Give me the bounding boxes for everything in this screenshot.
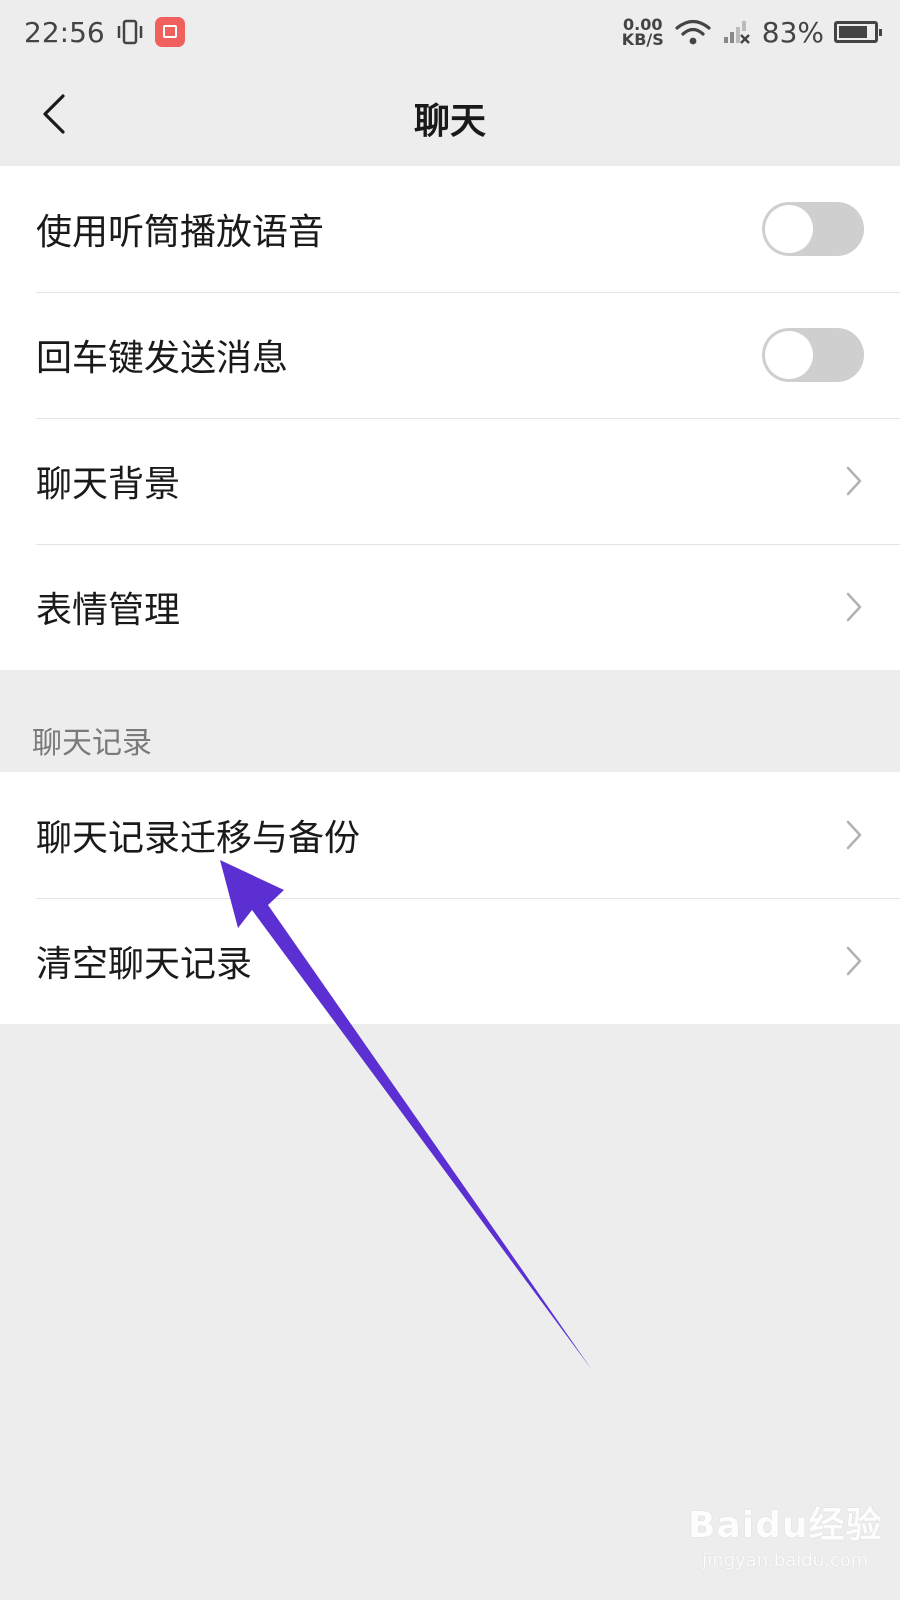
setting-label: 聊天背景 bbox=[36, 464, 181, 505]
setting-label: 清空聊天记录 bbox=[36, 944, 253, 985]
setting-earpiece-playback[interactable]: 使用听筒播放语音 bbox=[0, 166, 900, 292]
setting-clear-chat-history[interactable]: 清空聊天记录 bbox=[0, 898, 900, 1024]
baidu-jingyan-watermark: Baidu经验 jingyan.baidu.com bbox=[688, 1496, 882, 1571]
chevron-right-icon bbox=[840, 941, 868, 981]
setting-sticker-management[interactable]: 表情管理 bbox=[0, 544, 900, 670]
toggle-knob bbox=[765, 205, 813, 253]
chevron-right-icon bbox=[840, 587, 868, 627]
cellular-signal-icon bbox=[723, 21, 750, 44]
setting-enter-to-send[interactable]: 回车键发送消息 bbox=[0, 292, 900, 418]
setting-label: 表情管理 bbox=[36, 590, 181, 631]
setting-label: 聊天记录迁移与备份 bbox=[36, 818, 361, 859]
setting-label: 使用听筒播放语音 bbox=[36, 212, 325, 253]
wifi-icon bbox=[675, 19, 711, 45]
enter-to-send-toggle[interactable] bbox=[762, 328, 864, 382]
chat-settings-group: 使用听筒播放语音 回车键发送消息 聊天背景 表情管理 bbox=[0, 166, 900, 670]
setting-chat-history-migrate-backup[interactable]: 聊天记录迁移与备份 bbox=[0, 772, 900, 898]
status-bar: 22:56 0.00 KB/S 83% bbox=[0, 0, 900, 64]
status-bar-right: 0.00 KB/S 83% bbox=[621, 15, 882, 49]
network-speed: 0.00 KB/S bbox=[621, 17, 664, 49]
network-speed-unit: KB/S bbox=[621, 30, 664, 49]
setting-chat-background[interactable]: 聊天背景 bbox=[0, 418, 900, 544]
page-title: 聊天 bbox=[413, 101, 486, 142]
watermark-url: jingyan.baidu.com bbox=[702, 1550, 869, 1571]
chevron-right-icon bbox=[840, 461, 868, 501]
chat-history-group: 聊天记录迁移与备份 清空聊天记录 bbox=[0, 772, 900, 1024]
notification-app-icon bbox=[154, 17, 185, 47]
vibrate-icon bbox=[117, 19, 142, 45]
status-bar-left: 22:56 bbox=[24, 16, 185, 49]
watermark-logo-text: Baidu经验 bbox=[688, 1505, 883, 1546]
section-header-chat-history: 聊天记录 bbox=[32, 726, 152, 761]
toggle-knob bbox=[765, 331, 813, 379]
setting-label: 回车键发送消息 bbox=[36, 338, 289, 379]
battery-level-fill bbox=[839, 26, 868, 38]
navigation-bar: 聊天 bbox=[0, 64, 900, 166]
clock: 22:56 bbox=[24, 15, 105, 49]
battery-percent: 83% bbox=[761, 15, 824, 49]
earpiece-playback-toggle[interactable] bbox=[762, 202, 864, 256]
battery-icon bbox=[834, 21, 882, 43]
chevron-right-icon bbox=[840, 815, 868, 855]
